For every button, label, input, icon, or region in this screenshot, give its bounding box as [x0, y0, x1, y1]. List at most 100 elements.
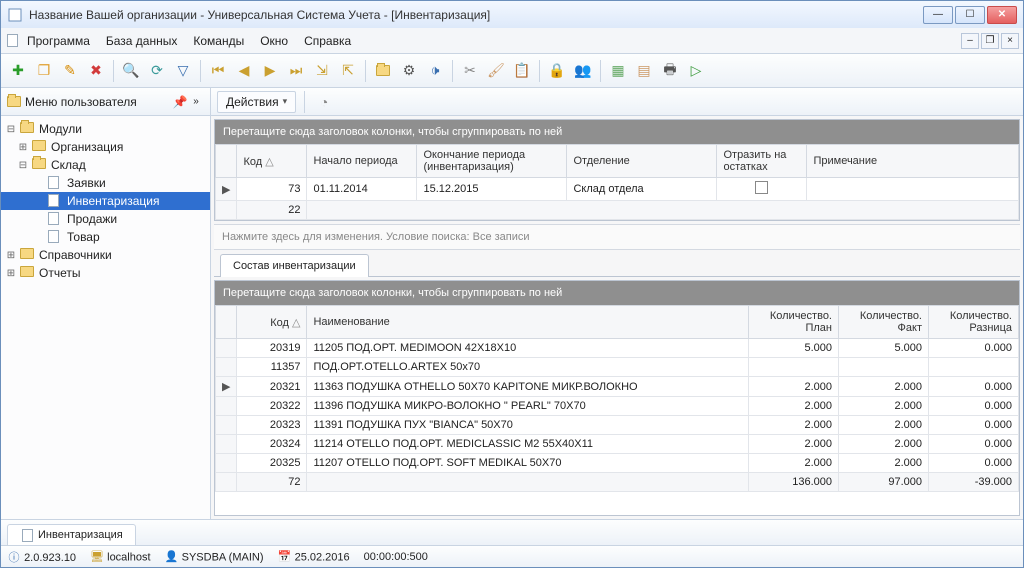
export-icon[interactable]: ⇲: [311, 60, 333, 82]
dcol-diff: Количество. Разница: [929, 306, 1019, 339]
play-icon[interactable]: ▷: [685, 60, 707, 82]
tools1-icon[interactable]: ✂: [459, 60, 481, 82]
tree-sprav[interactable]: ⊞Справочники: [1, 246, 210, 264]
top-grid-panel: Перетащите сюда заголовок колонки, чтобы…: [214, 119, 1020, 221]
col-note: Примечание: [807, 145, 1019, 178]
tree-sklad[interactable]: ⊟Склад: [1, 156, 210, 174]
maximize-button[interactable]: ☐: [955, 6, 985, 24]
status-user: SYSDBA (MAIN): [182, 551, 264, 563]
main: Действия▾ ◔ Перетащите сюда заголовок ко…: [211, 88, 1023, 519]
menu-window[interactable]: Окно: [252, 30, 296, 52]
table-row[interactable]: 20322 11396 ПОДУШКА МИКРО-ВОЛОКНО " PEAR…: [216, 397, 1019, 416]
tree-tovar[interactable]: Товар: [1, 228, 210, 246]
edit-icon[interactable]: ✎: [59, 60, 81, 82]
table-row[interactable]: 20324 11214 OTELLO ПОД.ОРТ. MEDICLASSIC …: [216, 435, 1019, 454]
top-grid[interactable]: Код △ Начало периода Окончание периода (…: [215, 144, 1019, 220]
nav-prev-icon[interactable]: ◀: [233, 60, 255, 82]
tree-org[interactable]: ⊞Организация: [1, 138, 210, 156]
tree-modules[interactable]: ⊟Модули: [1, 120, 210, 138]
dcol-kod: Код △: [237, 306, 307, 339]
actions-button[interactable]: Действия▾: [217, 91, 296, 113]
tab-sostav[interactable]: Состав инвентаризации: [220, 254, 369, 277]
clock-icon[interactable]: ◔: [313, 91, 335, 113]
menu-database[interactable]: База данных: [98, 30, 185, 52]
folder-icon: [7, 95, 21, 109]
sidebar-title: Меню пользователя: [25, 95, 172, 109]
detail-group-hint[interactable]: Перетащите сюда заголовок колонки, чтобы…: [215, 281, 1019, 305]
calendar-icon: 📅: [278, 550, 292, 564]
mdi-minimize[interactable]: –: [961, 33, 979, 49]
tools2-icon[interactable]: 🖌: [485, 60, 507, 82]
dcol-fact: Количество. Факт: [839, 306, 929, 339]
status-date: 25.02.2016: [295, 551, 350, 563]
sound-icon[interactable]: 🕩: [424, 60, 446, 82]
refresh-icon[interactable]: ⟳: [146, 60, 168, 82]
actionbar: Действия▾ ◔: [211, 88, 1023, 116]
table-row[interactable]: 11357 ПОД.ОРТ.OTELLO.ARTEX 50x70: [216, 358, 1019, 377]
minimize-button[interactable]: —: [923, 6, 953, 24]
toolbar: ✚ ❐ ✎ ✖ 🔍 ⟳ ▽ ⏮ ◀ ▶ ⏭ ⇲ ⇱ ⚙ 🕩 ✂ 🖌 📋 🔒 👥 …: [1, 54, 1023, 88]
nav-tree: ⊟Модули ⊞Организация ⊟Склад Заявки Инвен…: [1, 116, 210, 519]
host-icon: 🖥: [90, 550, 104, 564]
table-row[interactable]: 20325 11207 OTELLO ПОД.ОРТ. SOFT MEDIKAL…: [216, 454, 1019, 473]
print-icon[interactable]: 🖶: [659, 60, 681, 82]
menu-program[interactable]: Программа: [19, 30, 98, 52]
col-reflect: Отразить на остатках: [717, 145, 807, 178]
titlebar: Название Вашей организации - Универсальн…: [1, 0, 1023, 28]
mdi-restore[interactable]: ❐: [981, 33, 999, 49]
tree-invent[interactable]: Инвентаризация: [1, 192, 210, 210]
group-hint[interactable]: Перетащите сюда заголовок колонки, чтобы…: [215, 120, 1019, 144]
nav-next-icon[interactable]: ▶: [259, 60, 281, 82]
import-icon[interactable]: ⇱: [337, 60, 359, 82]
doc2-icon[interactable]: ▤: [633, 60, 655, 82]
page-icon: [20, 528, 34, 542]
sidebar-header: Меню пользователя 📌 »: [1, 88, 210, 116]
table-row[interactable]: ▶ 20321 11363 ПОДУШКА OTHELLO 50X70 KAPI…: [216, 377, 1019, 397]
folder-icon[interactable]: [372, 60, 394, 82]
table-row[interactable]: 20323 11391 ПОДУШКА ПУХ "BIANCA" 50X70 2…: [216, 416, 1019, 435]
sum-row: 22: [216, 201, 1019, 220]
window-title: Название Вашей организации - Универсальн…: [29, 8, 923, 22]
tree-zayavki[interactable]: Заявки: [1, 174, 210, 192]
table-row[interactable]: 20319 11205 ПОД.ОРТ. MEDIMOON 42X18X10 5…: [216, 339, 1019, 358]
doc-tab[interactable]: Инвентаризация: [7, 524, 136, 546]
col-start: Начало периода: [307, 145, 417, 178]
bottom-tabs: Инвентаризация: [1, 519, 1023, 545]
tools3-icon[interactable]: 📋: [511, 60, 533, 82]
doc-icon: [5, 34, 19, 48]
filter-icon[interactable]: ▽: [172, 60, 194, 82]
checkbox[interactable]: [755, 181, 768, 194]
menubar: Программа База данных Команды Окно Справ…: [1, 28, 1023, 54]
col-dept: Отделение: [567, 145, 717, 178]
chevron-icon[interactable]: »: [188, 94, 204, 110]
tree-otchety[interactable]: ⊞Отчеты: [1, 264, 210, 282]
nav-first-icon[interactable]: ⏮: [207, 60, 229, 82]
tree-prodazhi[interactable]: Продажи: [1, 210, 210, 228]
settings-icon[interactable]: ⚙: [398, 60, 420, 82]
menu-help[interactable]: Справка: [296, 30, 359, 52]
status-version: 2.0.923.10: [24, 552, 76, 564]
add-icon[interactable]: ✚: [7, 60, 29, 82]
app-icon: [7, 7, 23, 23]
detail-grid[interactable]: Код △ Наименование Количество. План Коли…: [215, 305, 1019, 492]
table-row[interactable]: ▶ 73 01.11.2014 15.12.2015 Склад отдела: [216, 178, 1019, 201]
lock-icon[interactable]: 🔒: [546, 60, 568, 82]
delete-icon[interactable]: ✖: [85, 60, 107, 82]
doc1-icon[interactable]: ▦: [607, 60, 629, 82]
user-icon: 👤: [165, 550, 179, 564]
col-kod: Код △: [237, 145, 307, 178]
col-end: Окончание периода (инвентаризация): [417, 145, 567, 178]
menu-commands[interactable]: Команды: [185, 30, 252, 52]
search-icon[interactable]: 🔍: [120, 60, 142, 82]
users-icon[interactable]: 👥: [572, 60, 594, 82]
close-button[interactable]: ✕: [987, 6, 1017, 24]
status-time: 00:00:00:500: [364, 551, 428, 563]
dcol-plan: Количество. План: [749, 306, 839, 339]
nav-last-icon[interactable]: ⏭: [285, 60, 307, 82]
mdi-close[interactable]: ×: [1001, 33, 1019, 49]
filter-hint[interactable]: Нажмите здесь для изменения. Условие пои…: [214, 224, 1020, 250]
copy-icon[interactable]: ❐: [33, 60, 55, 82]
status-host: localhost: [107, 551, 150, 563]
info-icon: ⓘ: [7, 550, 21, 564]
pin-icon[interactable]: 📌: [172, 94, 188, 110]
